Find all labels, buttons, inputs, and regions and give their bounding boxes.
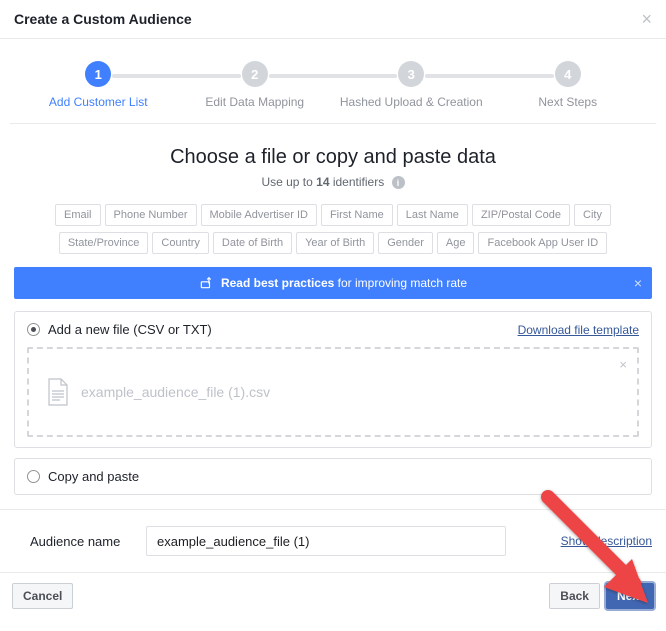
audience-name-label: Audience name <box>30 534 146 549</box>
identifier-chip[interactable]: State/Province <box>59 232 149 254</box>
identifier-chip[interactable]: First Name <box>321 204 393 226</box>
footer: Cancel Back Next <box>0 572 666 619</box>
step-number: 4 <box>555 61 581 87</box>
best-practices-banner[interactable]: Read best practices for improving match … <box>14 267 652 299</box>
file-dropzone[interactable]: example_audience_file (1).csv × <box>27 347 639 437</box>
close-icon[interactable]: × <box>641 10 652 28</box>
share-icon <box>199 276 213 290</box>
step-next-steps[interactable]: 4 Next Steps <box>490 61 647 109</box>
option-add-file[interactable]: Add a new file (CSV or TXT) Download fil… <box>14 311 652 448</box>
banner-close-icon[interactable]: × <box>634 275 642 291</box>
back-button[interactable]: Back <box>549 583 600 609</box>
stepper: 1 Add Customer List 2 Edit Data Mapping … <box>10 39 656 124</box>
option-copy-paste[interactable]: Copy and paste <box>14 458 652 495</box>
download-template-link[interactable]: Download file template <box>518 323 639 337</box>
identifier-chips: EmailPhone NumberMobile Advertiser IDFir… <box>14 201 652 257</box>
step-add-customer-list[interactable]: 1 Add Customer List <box>20 61 177 109</box>
step-hashed-upload[interactable]: 3 Hashed Upload & Creation <box>333 61 490 109</box>
remove-file-icon[interactable]: × <box>619 357 627 372</box>
identifier-chip[interactable]: Date of Birth <box>213 232 292 254</box>
identifier-chip[interactable]: Mobile Advertiser ID <box>201 204 317 226</box>
identifier-chip[interactable]: City <box>574 204 611 226</box>
identifier-chip[interactable]: Year of Birth <box>296 232 374 254</box>
identifier-chip[interactable]: Country <box>152 232 209 254</box>
step-edit-mapping[interactable]: 2 Edit Data Mapping <box>177 61 334 109</box>
step-label: Hashed Upload & Creation <box>333 95 490 109</box>
step-label: Edit Data Mapping <box>177 95 334 109</box>
content: Choose a file or copy and paste data Use… <box>0 124 666 509</box>
identifier-chip[interactable]: Age <box>437 232 475 254</box>
step-number: 2 <box>242 61 268 87</box>
audience-name-input[interactable] <box>146 526 506 556</box>
radio-copy-paste[interactable] <box>27 470 40 483</box>
modal-header: Create a Custom Audience × <box>0 0 666 39</box>
step-number: 1 <box>85 61 111 87</box>
identifier-chip[interactable]: Facebook App User ID <box>478 232 607 254</box>
identifier-chip[interactable]: Gender <box>378 232 433 254</box>
selected-filename: example_audience_file (1).csv <box>81 384 270 400</box>
cancel-button[interactable]: Cancel <box>12 583 73 609</box>
subtitle: Use up to 14 identifiers i <box>14 175 652 189</box>
info-icon[interactable]: i <box>392 176 405 189</box>
file-icon <box>47 378 69 406</box>
radio-add-file[interactable] <box>27 323 40 336</box>
step-label: Next Steps <box>490 95 647 109</box>
option-label: Copy and paste <box>48 469 139 484</box>
identifier-chip[interactable]: Email <box>55 204 101 226</box>
modal-title: Create a Custom Audience <box>14 11 192 27</box>
step-label: Add Customer List <box>20 95 177 109</box>
identifier-chip[interactable]: Last Name <box>397 204 468 226</box>
show-description-link[interactable]: Show description <box>561 534 652 548</box>
step-number: 3 <box>398 61 424 87</box>
page-title: Choose a file or copy and paste data <box>14 146 652 169</box>
next-button[interactable]: Next <box>606 583 654 609</box>
audience-name-row: Audience name Show description <box>0 510 666 572</box>
option-label: Add a new file (CSV or TXT) <box>48 322 212 337</box>
identifier-chip[interactable]: ZIP/Postal Code <box>472 204 570 226</box>
identifier-chip[interactable]: Phone Number <box>105 204 197 226</box>
